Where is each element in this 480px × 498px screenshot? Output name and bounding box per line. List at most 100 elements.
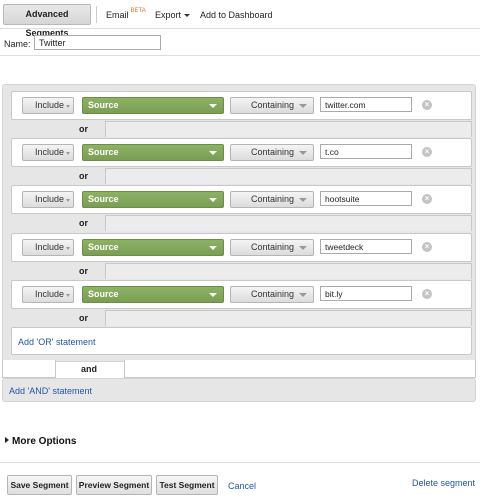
condition-value-input[interactable] (320, 144, 412, 159)
dimension-dropdown[interactable]: Source (82, 191, 224, 208)
and-connector: and (0, 360, 480, 378)
condition-row: Include Source Containing × (11, 280, 472, 309)
dimension-dropdown[interactable]: Source (82, 97, 224, 114)
or-connector-slot (105, 263, 472, 279)
dropdown-caret-icon (66, 152, 70, 155)
include-label: Include (35, 100, 65, 110)
and-connector-right (124, 360, 476, 378)
segment-builder: Add 'OR' statement Include Source Containi… (2, 84, 476, 362)
dimension-label: Source (88, 242, 119, 252)
export-label: Export (155, 10, 182, 20)
match-type-dropdown[interactable]: Containing (230, 144, 314, 161)
include-label: Include (35, 242, 65, 252)
dropdown-caret-icon (299, 151, 307, 155)
include-dropdown[interactable]: Include (22, 97, 74, 114)
condition-value-input[interactable] (320, 97, 412, 112)
email-label: Email (106, 10, 129, 20)
condition-row: Include Source Containing × (11, 233, 472, 262)
dropdown-caret-icon (209, 246, 217, 250)
and-label: and (81, 364, 98, 374)
match-type-label: Containing (251, 194, 295, 204)
match-type-label: Containing (251, 100, 295, 110)
include-label: Include (35, 147, 65, 157)
dropdown-caret-icon (66, 199, 70, 202)
preview-segment-button[interactable]: Preview Segment (76, 475, 152, 495)
include-dropdown[interactable]: Include (22, 239, 74, 256)
delete-segment-link[interactable]: Delete segment (412, 478, 475, 488)
dimension-label: Source (88, 289, 119, 299)
add-and-statement[interactable]: Add 'AND' statement (2, 378, 476, 402)
remove-circle-icon[interactable]: × (422, 194, 432, 204)
remove-circle-icon[interactable]: × (422, 242, 432, 252)
dropdown-caret-icon (299, 198, 307, 202)
name-label: Name: (4, 39, 31, 49)
more-options-label: More Options (12, 436, 77, 447)
add-or-statement[interactable]: Add 'OR' statement (11, 327, 472, 355)
dropdown-caret-icon (209, 104, 217, 108)
condition-row: Include Source Containing × (11, 138, 472, 167)
condition-value-input[interactable] (320, 239, 412, 254)
include-label: Include (35, 194, 65, 204)
beta-badge: BETA (130, 8, 146, 14)
or-label: or (79, 171, 88, 181)
cancel-link[interactable]: Cancel (228, 481, 256, 491)
match-type-dropdown[interactable]: Containing (230, 239, 314, 256)
chevron-down-icon (184, 14, 191, 18)
remove-circle-icon[interactable]: × (422, 289, 432, 299)
dropdown-caret-icon (209, 198, 217, 202)
dimension-label: Source (88, 100, 119, 110)
dimension-dropdown[interactable]: Source (82, 144, 224, 161)
or-label: or (79, 266, 88, 276)
match-type-dropdown[interactable]: Containing (230, 191, 314, 208)
or-label: or (79, 313, 88, 323)
segment-name-input[interactable] (34, 35, 161, 50)
advanced-segments-button[interactable]: Advanced Segments (3, 4, 91, 38)
condition-value-input[interactable] (320, 286, 412, 301)
remove-circle-icon[interactable]: × (422, 147, 432, 157)
dimension-dropdown[interactable]: Source (82, 239, 224, 256)
test-segment-button[interactable]: Test Segment (156, 475, 218, 495)
and-connector-left (2, 360, 56, 378)
condition-row: Include Source Containing × (11, 185, 472, 214)
email-button[interactable]: Email BETA (106, 8, 146, 20)
dropdown-caret-icon (299, 246, 307, 250)
toolbar: Advanced Segments Email BETA Export Add t… (0, 0, 480, 38)
condition-row: Include Source Containing × (11, 91, 472, 120)
or-label: or (79, 218, 88, 228)
more-options-toggle[interactable]: More Options (5, 436, 76, 447)
dropdown-caret-icon (209, 293, 217, 297)
dropdown-caret-icon (299, 104, 307, 108)
match-type-dropdown[interactable]: Containing (230, 286, 314, 303)
or-connector-slot (105, 215, 472, 231)
dropdown-caret-icon (299, 293, 307, 297)
match-type-label: Containing (251, 147, 295, 157)
condition-value-input[interactable] (320, 191, 412, 206)
expand-triangle-icon (5, 437, 9, 444)
dropdown-caret-icon (66, 105, 70, 108)
or-connector-slot (105, 310, 472, 326)
footer: Save Segment Preview Segment Test Segmen… (0, 462, 480, 498)
dropdown-caret-icon (66, 294, 70, 297)
include-label: Include (35, 289, 65, 299)
match-type-dropdown[interactable]: Containing (230, 97, 314, 114)
dimension-label: Source (88, 194, 119, 204)
toolbar-divider (96, 6, 97, 23)
or-connector-slot (105, 121, 472, 137)
add-or-link[interactable]: Add 'OR' statement (18, 337, 95, 347)
export-menu[interactable]: Export (155, 10, 191, 20)
remove-circle-icon[interactable]: × (422, 100, 432, 110)
name-row: Name: (0, 30, 480, 56)
dropdown-caret-icon (209, 151, 217, 155)
add-and-link[interactable]: Add 'AND' statement (9, 386, 92, 396)
match-type-label: Containing (251, 289, 295, 299)
dimension-label: Source (88, 147, 119, 157)
include-dropdown[interactable]: Include (22, 191, 74, 208)
or-connector-slot (105, 168, 472, 184)
include-dropdown[interactable]: Include (22, 286, 74, 303)
add-to-dashboard-button[interactable]: Add to Dashboard (200, 10, 273, 20)
include-dropdown[interactable]: Include (22, 144, 74, 161)
match-type-label: Containing (251, 242, 295, 252)
dimension-dropdown[interactable]: Source (82, 286, 224, 303)
save-segment-button[interactable]: Save Segment (7, 475, 72, 495)
dropdown-caret-icon (66, 247, 70, 250)
